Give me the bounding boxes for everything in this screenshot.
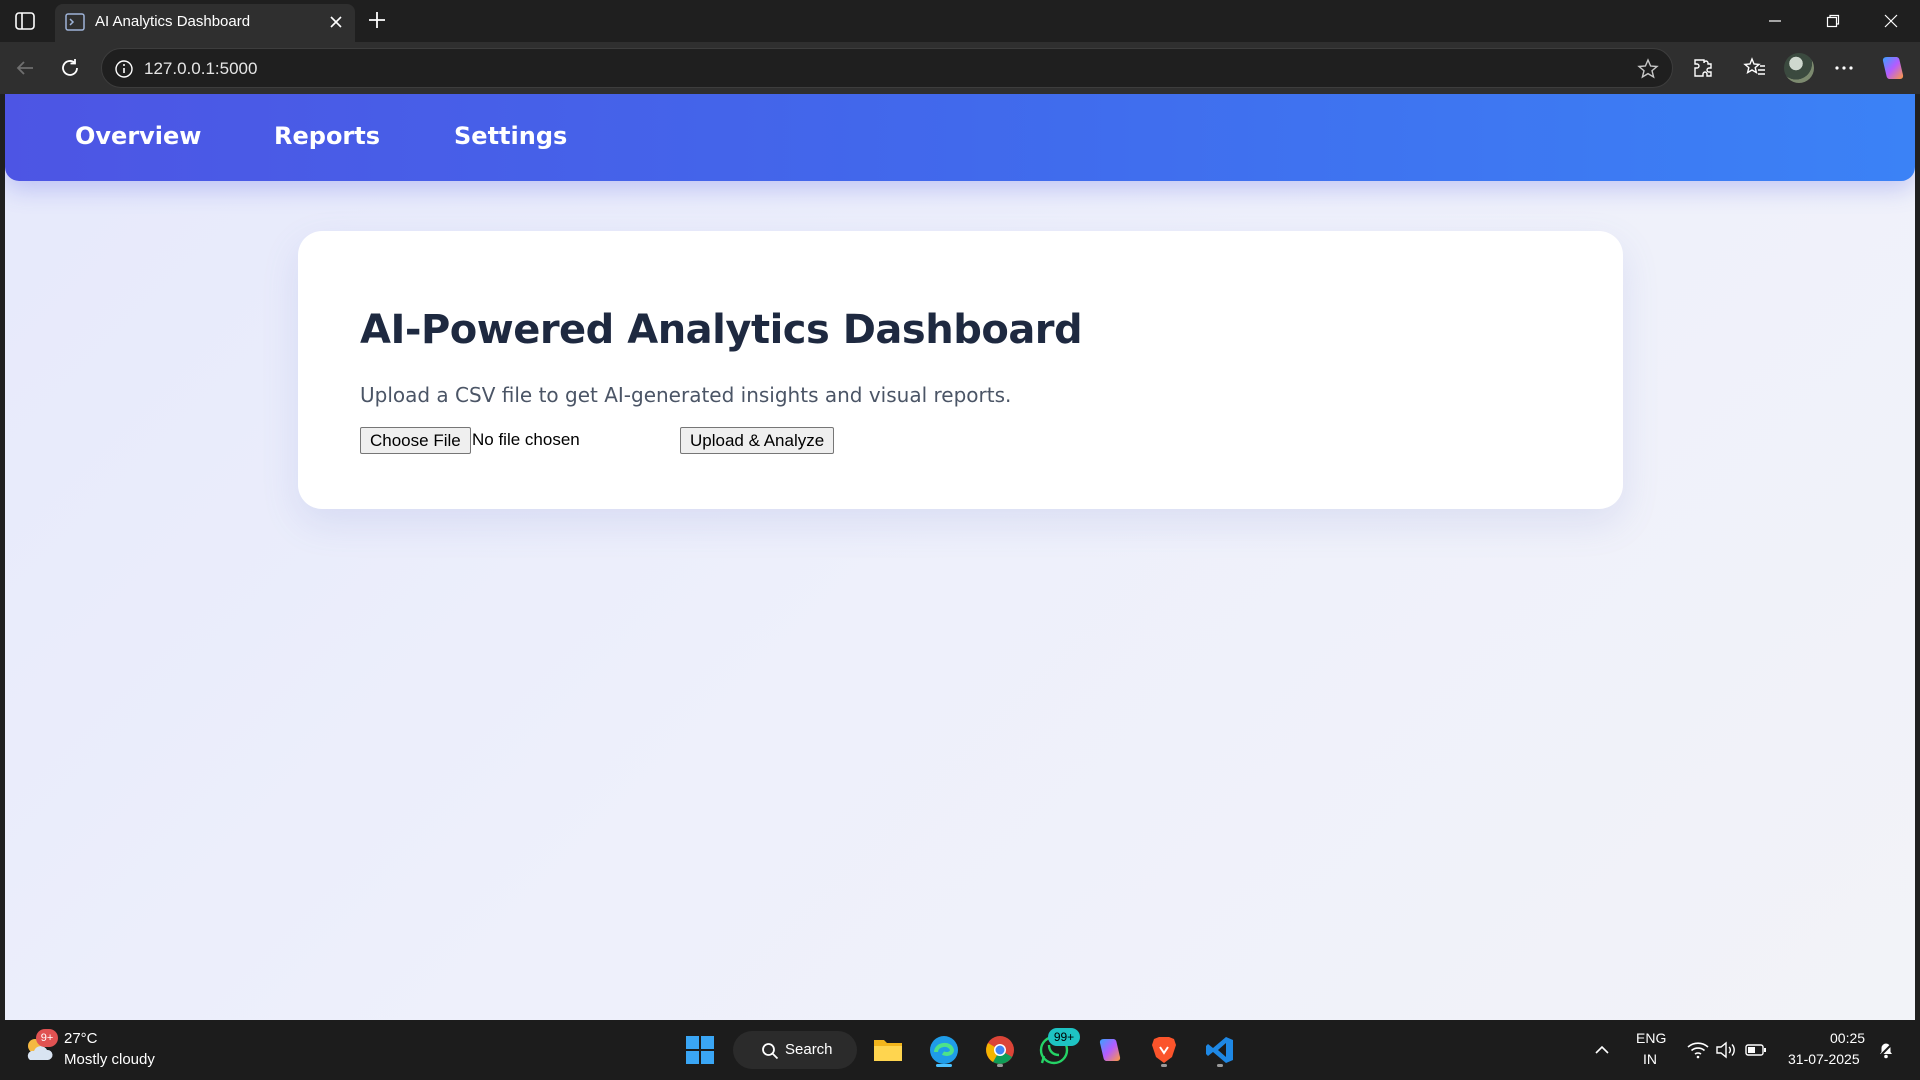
upload-card: AI-Powered Analytics Dashboard Upload a … (298, 231, 1623, 509)
active-app-indicator (936, 1064, 952, 1067)
profile-avatar[interactable] (1784, 53, 1814, 83)
weather-description[interactable]: Mostly cloudy (64, 1051, 155, 1068)
weather-temperature[interactable]: 27°C (64, 1030, 98, 1047)
sidebar-toggle-icon[interactable] (14, 10, 36, 32)
reload-icon[interactable] (56, 54, 84, 82)
url-text[interactable]: 127.0.0.1:5000 (144, 59, 257, 79)
search-icon (762, 1043, 779, 1060)
running-app-indicator (997, 1064, 1003, 1067)
close-tab-icon[interactable] (327, 13, 345, 31)
more-menu-icon[interactable] (1830, 54, 1858, 82)
page-favicon-icon (65, 13, 85, 31)
favorite-star-icon[interactable] (1636, 57, 1660, 81)
site-info-icon[interactable] (114, 59, 134, 79)
region-indicator[interactable]: IN (1643, 1051, 1657, 1067)
running-app-indicator (1161, 1064, 1167, 1067)
back-arrow-icon[interactable] (11, 54, 39, 82)
language-indicator[interactable]: ENG (1636, 1030, 1666, 1046)
page-title: AI-Powered Analytics Dashboard (360, 307, 1083, 353)
nav-reports[interactable]: Reports (274, 122, 380, 150)
chevron-up-icon[interactable] (1582, 1030, 1622, 1070)
restore-icon[interactable] (1804, 0, 1862, 42)
chrome-icon[interactable] (980, 1030, 1020, 1070)
page-viewport: Overview Reports Settings AI-Powered Ana… (5, 94, 1915, 1020)
edge-browser-icon[interactable] (924, 1030, 964, 1070)
battery-icon[interactable] (1736, 1030, 1776, 1070)
tab-title: AI Analytics Dashboard (95, 13, 251, 30)
browser-titlebar: AI Analytics Dashboard (0, 0, 1920, 42)
page-subtitle: Upload a CSV file to get AI-generated in… (360, 383, 1012, 407)
weather-badge: 9+ (36, 1029, 58, 1047)
copilot-icon[interactable] (1878, 53, 1908, 83)
minimize-icon[interactable] (1746, 0, 1804, 42)
favorites-icon[interactable] (1741, 54, 1769, 82)
extensions-icon[interactable] (1689, 54, 1717, 82)
taskbar-search[interactable]: Search (733, 1031, 857, 1069)
whatsapp-badge: 99+ (1048, 1028, 1080, 1046)
clock-time[interactable]: 00:25 (1830, 1030, 1865, 1046)
nav-overview[interactable]: Overview (75, 122, 201, 150)
file-explorer-icon[interactable] (868, 1030, 908, 1070)
close-window-icon[interactable] (1862, 0, 1920, 42)
browser-toolbar: 127.0.0.1:5000 (0, 42, 1920, 94)
file-status-text: No file chosen (472, 430, 580, 449)
choose-file-button[interactable]: Choose File (360, 427, 471, 454)
top-navbar: Overview Reports Settings (5, 94, 1915, 181)
running-app-indicator (1217, 1064, 1223, 1067)
address-bar[interactable]: 127.0.0.1:5000 (101, 48, 1673, 88)
clock-date[interactable]: 31-07-2025 (1788, 1051, 1860, 1067)
notification-bell-icon[interactable] (1866, 1030, 1906, 1070)
vscode-icon[interactable] (1200, 1030, 1240, 1070)
new-tab-icon[interactable] (365, 8, 389, 32)
search-label: Search (785, 1041, 833, 1058)
windows-start-icon[interactable] (680, 1030, 720, 1070)
browser-tab[interactable]: AI Analytics Dashboard (55, 4, 355, 42)
nav-settings[interactable]: Settings (454, 122, 567, 150)
upload-analyze-button[interactable]: Upload & Analyze (680, 427, 835, 454)
brave-browser-icon[interactable] (1144, 1030, 1184, 1070)
windows-taskbar: 9+ 27°C Mostly cloudy Search 99+ ENG IN (0, 1020, 1920, 1080)
copilot-app-icon[interactable] (1090, 1030, 1130, 1070)
